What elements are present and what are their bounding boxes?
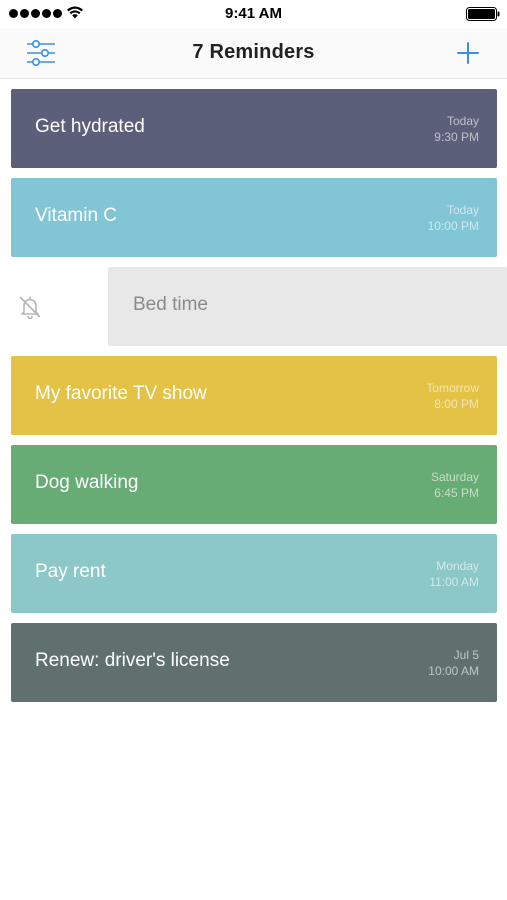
reminder-card-get-hydrated[interactable]: Get hydrated Today 9:30 PM (11, 89, 497, 168)
reminder-day: Tomorrow (426, 381, 479, 395)
reminder-title: Bed time (133, 294, 208, 315)
reminder-row: Get hydrated Today 9:30 PM (0, 89, 507, 168)
reminder-list: Get hydrated Today 9:30 PM Vitamin C Tod… (0, 89, 507, 712)
reminder-title: Vitamin C (35, 205, 118, 226)
reminder-card-bed-time[interactable]: Bed time (108, 267, 507, 346)
reminder-time: Today 9:30 PM (359, 113, 479, 145)
reminder-card-my-favorite-tv-show[interactable]: My favorite TV show Tomorrow 8:00 PM (11, 356, 497, 435)
reminder-day: Saturday (430, 470, 479, 484)
reminder-row-swiped: Bed time (0, 267, 507, 346)
reminder-day: Today (446, 114, 479, 128)
reminder-day: Jul 5 (453, 648, 479, 662)
reminder-clock: 10:00 AM (428, 664, 479, 678)
reminder-row: My favorite TV show Tomorrow 8:00 PM (0, 356, 507, 435)
plus-icon[interactable] (453, 38, 483, 68)
reminder-row: Renew: driver's license Jul 5 10:00 AM (0, 623, 507, 702)
reminder-clock: 11:00 AM (429, 575, 479, 589)
reminder-clock: 10:00 PM (427, 219, 479, 233)
reminder-time: Monday 11:00 AM (359, 558, 479, 590)
reminder-clock: 9:30 PM (434, 130, 479, 144)
page-title: 7 Reminders (192, 41, 315, 63)
reminder-day: Today (446, 203, 479, 217)
reminder-clock: 8:00 PM (434, 397, 479, 411)
reminder-title: My favorite TV show (35, 383, 207, 404)
reminder-card-pay-rent[interactable]: Pay rent Monday 11:00 AM (11, 534, 497, 613)
reminder-card-vitamin-c[interactable]: Vitamin C Today 10:00 PM (11, 178, 497, 257)
reminder-title: Pay rent (35, 561, 106, 582)
reminder-title: Renew: driver's license (35, 650, 230, 671)
reminder-day: Monday (436, 559, 479, 573)
reminder-title: Get hydrated (35, 116, 145, 137)
reminder-title: Dog walking (35, 472, 139, 493)
nav-bar: 7 Reminders (0, 28, 507, 79)
status-time: 9:41 AM (225, 5, 282, 22)
reminder-time: Today 10:00 PM (359, 202, 479, 234)
reminder-time: Tomorrow 8:00 PM (359, 380, 479, 412)
reminder-clock: 6:45 PM (434, 486, 479, 500)
reminder-time: Jul 5 10:00 AM (359, 647, 479, 679)
bell-off-icon (19, 296, 41, 319)
reminder-row: Dog walking Saturday 6:45 PM (0, 445, 507, 524)
status-bar: 9:41 AM (0, 0, 507, 28)
reminder-time: Saturday 6:45 PM (359, 469, 479, 501)
battery-icon (466, 7, 500, 21)
mute-button[interactable] (0, 267, 108, 346)
reminders-screen: 9:41 AM 7 Reminders Get hydrated Today 9… (0, 0, 507, 900)
reminder-row: Vitamin C Today 10:00 PM (0, 178, 507, 257)
reminder-card-dog-walking[interactable]: Dog walking Saturday 6:45 PM (11, 445, 497, 524)
reminder-card-renew-drivers-license[interactable]: Renew: driver's license Jul 5 10:00 AM (11, 623, 497, 702)
reminder-row: Pay rent Monday 11:00 AM (0, 534, 507, 613)
